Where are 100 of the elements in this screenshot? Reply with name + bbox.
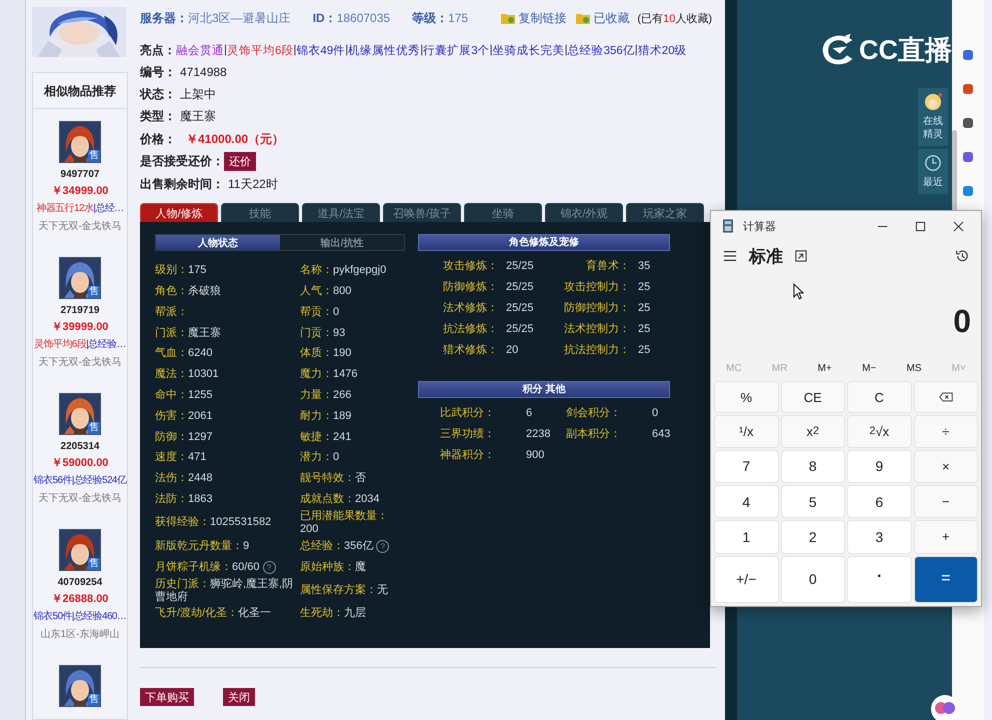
field-label: 状态： [140,86,176,104]
field-value: 魔王寨 [180,108,216,126]
app-icon[interactable] [963,118,973,128]
app-icon[interactable] [963,50,973,60]
stat-text: 月饼粽子机缘：60/60 [155,560,260,574]
stat-value: 643 [651,427,672,442]
side-button[interactable]: 最近 [918,149,948,194]
item-price: ￥39999.00 [52,320,108,334]
stat-value: 25 [637,300,652,316]
function-key[interactable]: − [914,484,978,518]
digit-key[interactable]: 1 [714,520,778,554]
stat-label: 防御修炼： [442,280,498,296]
highlight-tag: |总经验… [86,339,126,350]
stat-label: 猎术修炼： [442,342,498,358]
stat-text: 靓号特效：否 [300,472,366,486]
tab[interactable]: 道具/法宝 [302,203,380,222]
stat-value: 25 [637,322,652,337]
separator: | [224,44,227,56]
app-icon[interactable] [963,186,973,196]
calculator-icon [723,219,733,233]
stat-text: 角色：杀破狼 [155,285,221,298]
stat-text: 命中：1255 [155,389,212,402]
stat-label: 攻击控制力： [563,280,630,296]
help-icon[interactable]: ? [376,540,390,553]
function-key[interactable]: C [847,381,912,414]
stat-text: 名称：pykfgepgj0 [300,264,386,278]
function-key[interactable]: % [714,381,778,414]
level-label: 等级： [412,10,448,26]
highlight-tag: 机缘属性优秀 [348,42,420,58]
tab[interactable]: 召唤兽/孩子 [383,203,461,222]
stat-text: 属性保存方案：无 [300,584,388,597]
panel-title: 相似物品推荐 [33,73,127,109]
display-value: 0 [953,302,971,341]
counter-offer-button[interactable]: 还价 [224,152,256,172]
tab[interactable]: 人物/修炼 [140,203,218,222]
separator: | [293,44,296,56]
level-value: 175 [448,11,468,25]
digit-key[interactable]: 2 [780,520,845,554]
action-button[interactable]: 关闭 [223,688,255,706]
function-key[interactable]: CE [780,381,845,414]
digit-key[interactable]: 9 [847,450,912,483]
sale-tag: 售 [88,150,100,162]
equals-button[interactable]: = [914,556,978,603]
digit-key[interactable]: 4 [714,484,778,518]
close-icon[interactable] [953,220,964,232]
highlight-tag: 灵饰平均6段 [34,339,86,350]
function-key[interactable]: ¹/x [714,415,778,448]
memory-button[interactable]: M− [856,357,882,379]
tab[interactable]: 玩家之家 [626,203,704,222]
highlight-tag: 神器五行12水 [36,203,94,214]
folder-icon[interactable] [501,12,516,24]
highlight-tag: 灵饰平均6段 [227,42,294,58]
memory-button[interactable]: M+ [812,357,838,379]
function-key[interactable]: × [914,450,978,483]
field-value: 11天22时 [228,176,278,193]
digit-key[interactable]: 3 [847,520,912,554]
function-key[interactable]: ÷ [914,415,978,448]
digit-key[interactable]: 6 [847,484,912,518]
function-key[interactable]: + [914,520,978,554]
folder-icon[interactable] [576,12,590,24]
subtab[interactable]: 人物状态 [156,235,280,250]
tab[interactable]: 技能 [221,203,299,222]
history-icon[interactable] [955,249,969,263]
stat-text: 生死劫：九层 [300,607,366,620]
stat-text: 魔法：10301 [155,368,219,382]
digit-key[interactable]: 5 [780,484,845,518]
server-name: 山东1区-东海岬山 [40,628,120,641]
decimal-key[interactable]: . [847,556,912,603]
item-price: ￥59000.00 [52,456,108,470]
menu-icon[interactable] [723,249,737,263]
separator: | [420,44,424,56]
price-value: ￥41000.00（元） [186,130,284,148]
highlight-tag: 融会贯通 [176,42,224,58]
digit-key[interactable]: 8 [780,450,845,483]
maximize-icon[interactable] [915,220,926,232]
item-id: 9497707 [60,169,100,180]
server-label: 服务器： [140,10,188,26]
tab[interactable]: 坐骑 [464,203,542,222]
stat-value: 25 [637,280,652,296]
stat-label: 法术控制力： [563,322,630,337]
subtab[interactable]: 输出/抗性 [280,235,404,250]
help-icon[interactable]: ? [262,560,276,574]
server-name: 天下无双-金戈铁马 [38,492,122,505]
copy-link[interactable]: 复制链接 [518,10,566,26]
digit-key[interactable]: 7 [714,450,778,483]
field-label: 是否接受还价： [140,153,224,170]
stat-text: 新版乾元丹数量：9 [155,540,250,553]
stat-value: 25/25 [505,322,535,337]
stat-label: 副本积分： [566,427,622,442]
stat-text: 已用潜能果数量： 200 [300,510,389,536]
action-button[interactable]: 下单购买 [140,688,194,706]
side-button[interactable]: 在线精灵 [918,88,948,146]
app-icon[interactable] [963,84,973,94]
app-icon[interactable] [963,152,973,162]
keep-on-top-icon[interactable] [795,250,807,262]
favorite-link[interactable]: 已收藏 [593,10,630,26]
digit-key[interactable]: 0 [780,556,845,603]
digit-key[interactable]: +/− [714,556,778,603]
memory-button[interactable]: MS [900,357,928,379]
tab[interactable]: 锦衣/外观 [545,203,623,222]
